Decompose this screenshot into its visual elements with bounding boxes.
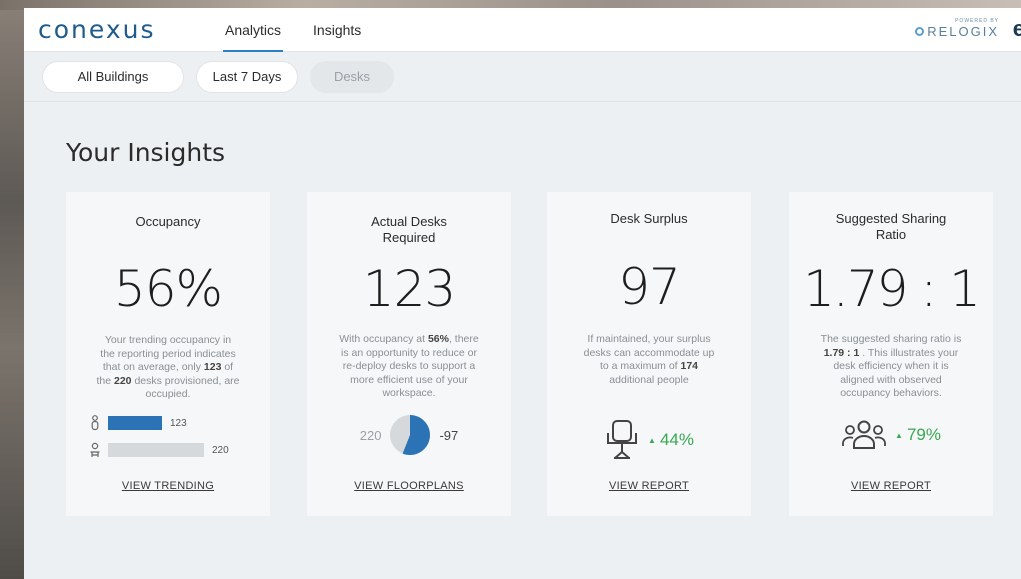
- people-group-icon: [842, 420, 886, 449]
- sharing-ratio-card: Suggested Sharing Ratio 1.79 : 1 The sug…: [789, 192, 993, 516]
- desks-required-card: Actual Desks Required 123 With occupancy…: [307, 192, 511, 516]
- conexus-logo[interactable]: conexus: [38, 15, 223, 44]
- powered-by-relogix: POWERED BY RELOGIX: [915, 18, 999, 39]
- relogix-brand-text: RELOGIX: [927, 24, 999, 39]
- desks-pie-row: 220 -97: [307, 414, 511, 456]
- filter-all-buildings[interactable]: All Buildings: [42, 60, 184, 93]
- provisioned-value: 220: [212, 444, 229, 456]
- occupancy-card: Occupancy 56% Your trending occupancy in…: [66, 192, 270, 516]
- view-trending-link[interactable]: VIEW TRENDING: [66, 480, 270, 492]
- card-description: Your trending occupancy in the reporting…: [96, 334, 240, 400]
- desk-surplus-value: 97: [618, 258, 681, 316]
- trend-up-icon: ▲: [895, 430, 903, 440]
- ratio-metric-row: ▲ 79%: [789, 418, 993, 452]
- relogix-brand: RELOGIX: [915, 24, 999, 39]
- desk-usage-pie: [390, 415, 431, 455]
- surplus-metric-row: ▲ 44%: [547, 418, 751, 462]
- card-title: Occupancy: [135, 214, 201, 229]
- card-title: Desk Surplus: [610, 211, 688, 226]
- occupied-bar: [108, 416, 162, 430]
- desk-surplus-card: Desk Surplus 97 If maintained, your surp…: [547, 192, 751, 516]
- card-description: The suggested sharing ratio is 1.79 : 1 …: [820, 333, 962, 399]
- page-title: Your Insights: [66, 138, 226, 167]
- pie-right-label: -97: [439, 427, 459, 443]
- top-navigation-bar: conexus Analytics Insights POWERED BY RE…: [24, 8, 1021, 52]
- card-title: Actual Desks Required: [371, 214, 447, 245]
- surplus-percent: 44%: [659, 430, 694, 449]
- desk-user-icon: [90, 442, 100, 457]
- occupied-value: 123: [170, 417, 187, 429]
- card-description: With occupancy at 56%, there is an oppor…: [339, 333, 479, 399]
- sharing-ratio-value: 1.79 : 1: [803, 260, 981, 318]
- card-description: If maintained, your surplus desks can ac…: [583, 333, 715, 386]
- view-report-link[interactable]: VIEW REPORT: [547, 480, 751, 492]
- person-icon: [91, 415, 99, 431]
- office-chair-icon: [607, 420, 638, 459]
- provisioned-bar: [108, 443, 204, 457]
- tab-analytics[interactable]: Analytics: [223, 8, 284, 52]
- background-scene-left: [0, 0, 24, 579]
- relogix-logo-icon: [915, 27, 925, 36]
- ratio-percent: 79%: [906, 425, 941, 444]
- provisioned-bar-row: 220: [88, 442, 229, 458]
- view-floorplans-link[interactable]: VIEW FLOORPLANS: [307, 480, 511, 492]
- occupied-bar-row: 123: [88, 415, 187, 431]
- desks-required-value: 123: [362, 260, 456, 318]
- filter-bar: All Buildings Last 7 Days Desks: [24, 52, 1021, 102]
- occupancy-value: 56%: [113, 260, 223, 318]
- pie-left-label: 220: [359, 427, 382, 443]
- app-window: conexus Analytics Insights POWERED BY RE…: [24, 8, 1021, 579]
- card-title: Suggested Sharing Ratio: [835, 211, 947, 242]
- view-report-link[interactable]: VIEW REPORT: [789, 480, 993, 492]
- filter-desks[interactable]: Desks: [310, 60, 394, 93]
- tab-insights[interactable]: Insights: [311, 8, 363, 52]
- cropped-logo-letter: e: [1012, 16, 1021, 41]
- filter-last-7-days[interactable]: Last 7 Days: [196, 60, 298, 93]
- trend-up-icon: ▲: [648, 435, 656, 445]
